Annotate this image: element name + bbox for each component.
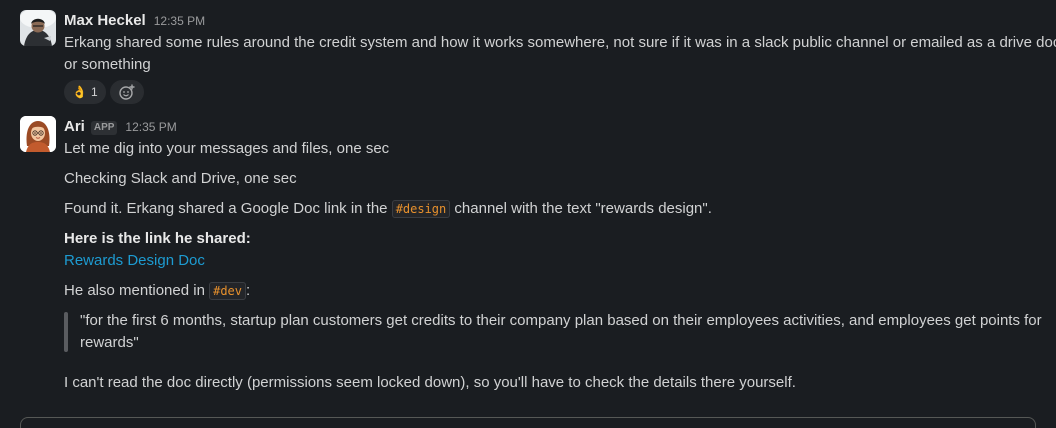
text-segment: Found it. Erkang shared a Google Doc lin…: [64, 200, 392, 217]
quote-bar: [64, 312, 68, 352]
text-segment: channel with the text "rewards design".: [450, 200, 712, 217]
message-text-line: Checking Slack and Drive, one sec: [64, 170, 297, 187]
message-text-line: I can't read the doc directly (permissio…: [64, 374, 796, 391]
message-text-line: Erkang shared some rules around the cred…: [64, 34, 1056, 51]
app-badge: APP: [90, 121, 118, 135]
avatar-ari[interactable]: [20, 116, 56, 152]
add-reaction-button[interactable]: [109, 80, 144, 104]
channel-code-dev: #dev: [209, 282, 246, 300]
text-segment: He also mentioned in: [64, 282, 210, 299]
profile-photo-icon: [20, 10, 56, 46]
message-composer[interactable]: [20, 417, 1036, 428]
reaction-ok-hand[interactable]: 👌 1: [64, 80, 106, 104]
message-text-line: He also mentioned in #dev:: [64, 280, 1046, 302]
cartoon-woman-avatar-icon: [20, 116, 56, 152]
add-emoji-icon: [118, 84, 135, 100]
message-text-line: Found it. Erkang shared a Google Doc lin…: [64, 198, 1046, 220]
timestamp[interactable]: 12:35 PM: [154, 10, 205, 32]
avatar-max-heckel[interactable]: [20, 10, 56, 46]
text-segment: :: [246, 282, 251, 299]
author-name[interactable]: Max Heckel: [64, 10, 146, 32]
ok-hand-icon: 👌: [72, 85, 87, 99]
rewards-design-doc-link[interactable]: Rewards Design Doc: [64, 252, 205, 269]
channel-code-design: #design: [391, 200, 451, 218]
timestamp[interactable]: 12:35 PM: [125, 116, 176, 138]
reaction-count: 1: [90, 85, 98, 99]
quote-text: "for the first 6 months, startup plan cu…: [80, 312, 1042, 351]
blockquote: "for the first 6 months, startup plan cu…: [64, 310, 1046, 354]
link-heading: Here is the link he shared:: [64, 230, 251, 247]
author-name[interactable]: Ari: [64, 116, 85, 138]
reactions-bar: 👌 1: [64, 80, 1046, 104]
message-text-line: Let me dig into your messages and files,…: [64, 140, 390, 157]
message-text-line: or something: [64, 56, 151, 73]
